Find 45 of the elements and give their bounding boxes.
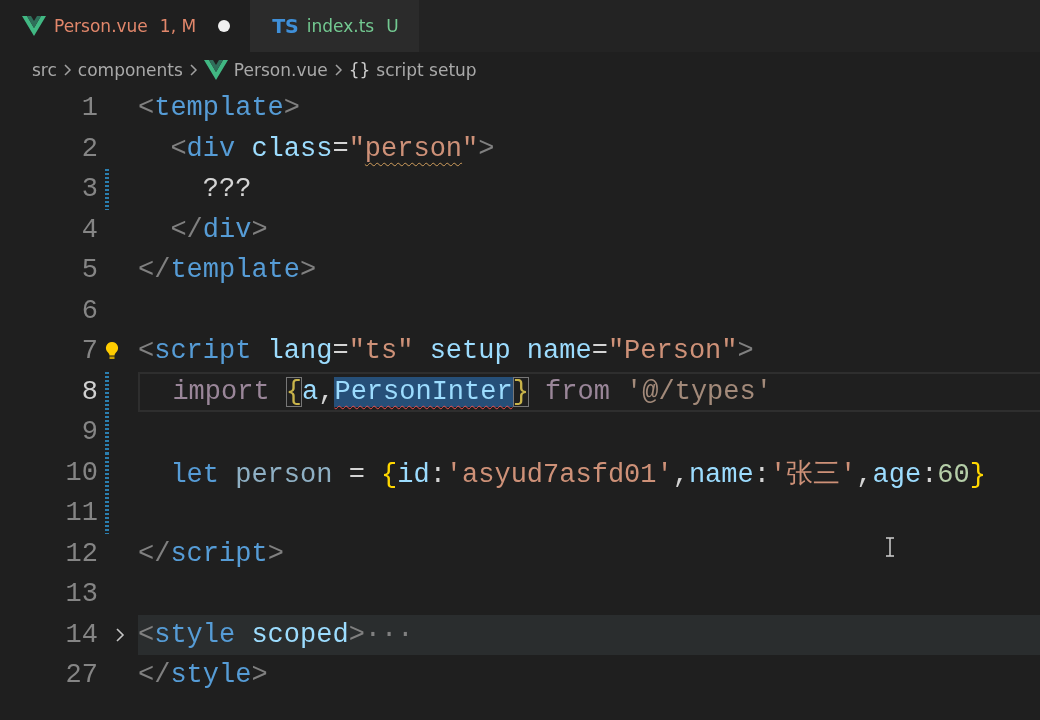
- vue-file-icon: [22, 16, 46, 36]
- chevron-right-icon: [62, 63, 72, 77]
- breadcrumb-item[interactable]: components: [77, 60, 183, 80]
- braces-icon: {}: [348, 60, 371, 80]
- line-number: 6: [80, 295, 98, 326]
- line-number: 7: [80, 336, 98, 367]
- typescript-file-icon: TS: [272, 15, 299, 37]
- line-number: 2: [80, 133, 98, 164]
- line-number: 5: [80, 255, 98, 286]
- line-number: 4: [80, 214, 98, 245]
- code-line: <div class="person">: [169, 133, 495, 164]
- code-line: ???: [201, 174, 252, 205]
- file-status-label: 1, M: [159, 16, 197, 36]
- code-line: </div>: [169, 214, 268, 245]
- breadcrumb-item[interactable]: script setup: [376, 60, 477, 80]
- code-line: </script>: [138, 538, 284, 569]
- code-line: </style>: [138, 660, 268, 691]
- line-number: 12: [64, 538, 98, 569]
- code-line: let person = {id:'asyud7asfd01',name:'张三',age:60}: [169, 458, 986, 491]
- line-number: 9: [80, 417, 98, 448]
- line-number: 13: [64, 579, 98, 610]
- code-line: import {a,PersonInter} from '@/types': [171, 376, 772, 407]
- file-status-label: U: [386, 16, 399, 36]
- breadcrumb-item[interactable]: Person.vue: [233, 60, 328, 80]
- line-number: 8: [80, 376, 98, 407]
- tab-label: index.ts: [306, 16, 375, 36]
- chevron-right-icon: [333, 63, 343, 77]
- code-line: <script lang="ts" setup name="Person">: [138, 336, 754, 367]
- line-number: 14: [64, 619, 98, 650]
- line-number: 10: [64, 457, 98, 488]
- line-number: 1: [80, 93, 98, 124]
- chevron-right-icon[interactable]: [114, 626, 126, 643]
- code-line: <style scoped>···: [138, 619, 414, 650]
- editor-tab[interactable]: TS index.ts U: [250, 0, 419, 52]
- chevron-right-icon: [188, 63, 198, 77]
- editor-tab[interactable]: Person.vue 1, M: [0, 0, 251, 52]
- code-line: </template>: [138, 255, 317, 286]
- code-line: <template>: [138, 93, 301, 124]
- line-number: 27: [64, 660, 98, 691]
- line-number: 3: [80, 174, 98, 205]
- vue-file-icon: [203, 60, 228, 80]
- line-number: 11: [64, 498, 98, 529]
- lightbulb-icon[interactable]: [104, 341, 120, 362]
- tab-label: Person.vue: [54, 16, 148, 36]
- breadcrumb-item[interactable]: src: [32, 60, 57, 80]
